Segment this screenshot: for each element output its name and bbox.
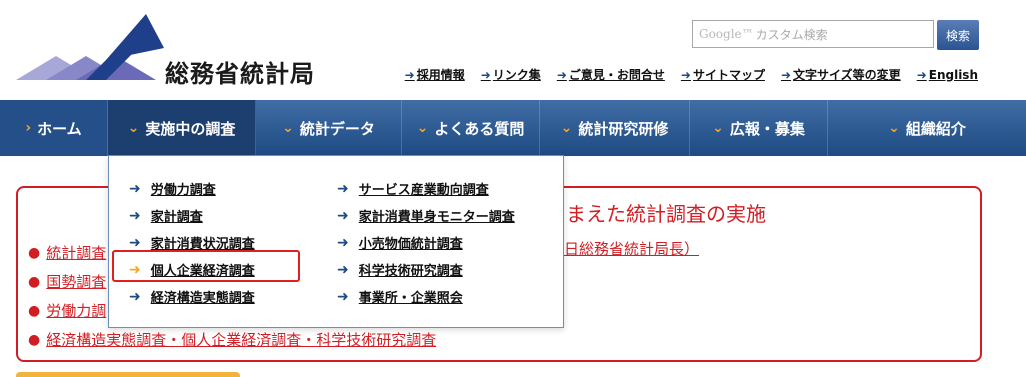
search-placeholder: カスタム検索: [755, 27, 828, 42]
dropdown-item-economic-structure-survey[interactable]: ➜ 経済構造実態調査: [129, 283, 255, 310]
nav-item-research-training[interactable]: ⌄ 統計研究研修: [540, 100, 690, 156]
arrow-right-icon: ➜: [129, 234, 141, 251]
chevron-down-icon: ⌄: [560, 120, 573, 136]
utility-link-english[interactable]: ➜ English: [917, 66, 978, 83]
utility-link-contact[interactable]: ➜ ご意見・お問合せ: [557, 66, 665, 83]
utility-link-text-size[interactable]: ➜ 文字サイズ等の変更: [781, 66, 901, 83]
arrow-right-icon: ➜: [680, 67, 691, 82]
nav-item-current-surveys[interactable]: ⌄ 実施中の調査: [108, 100, 256, 156]
arrow-right-icon: ➜: [129, 180, 141, 197]
arrow-right-icon: ➜: [556, 67, 567, 82]
nav-item-faq[interactable]: ⌄ よくある質問: [402, 100, 540, 156]
arrow-right-icon: ➜: [337, 234, 349, 251]
arrow-right-icon: ➜: [337, 180, 349, 197]
utility-links: ➜ 採用情報 ➜ リンク集 ➜ ご意見・お問合せ ➜ サイトマップ ➜ 文字サイズ等の変更…: [405, 66, 978, 83]
search-button[interactable]: 検索: [937, 20, 979, 50]
dropdown-item-service-industry-survey[interactable]: ➜ サービス産業動向調査: [337, 175, 515, 202]
list-item: ● 経済構造実態調査・個人企業経済調査・科学技術研究調査: [28, 325, 436, 354]
bullet-icon: ●: [28, 331, 41, 348]
arrow-right-icon: ➜: [129, 288, 141, 305]
dropdown-item-family-income-survey[interactable]: ➜ 家計調査: [129, 202, 255, 229]
arrow-right-icon: ➜: [129, 261, 141, 278]
arrow-right-icon: ➜: [337, 207, 349, 224]
bullet-icon: ●: [28, 302, 41, 319]
arrow-right-icon: ➜: [337, 261, 349, 278]
notice-link[interactable]: 国勢調査: [46, 271, 106, 292]
dropdown-item-individual-enterprise-survey[interactable]: ➜ 個人企業経済調査: [129, 256, 255, 283]
chevron-down-icon: ⌄: [282, 120, 294, 136]
notice-link[interactable]: 経済構造実態調査・個人企業経済調査・科学技術研究調査: [46, 329, 436, 350]
utility-link-recruit[interactable]: ➜ 採用情報: [405, 66, 465, 83]
chevron-down-icon: ⌄: [888, 120, 900, 136]
utility-link-sitemap[interactable]: ➜ サイトマップ: [681, 66, 765, 83]
statistics-bureau-logo[interactable]: [16, 12, 166, 84]
site-name[interactable]: 総務省統計局: [165, 54, 315, 89]
current-surveys-dropdown: ➜ 労働力調査 ➜ 家計調査 ➜ 家計消費状況調査 ➜ 個人企業経済調査 ➜ 経済構造実態…: [108, 155, 564, 328]
arrow-right-icon: ➜: [129, 207, 141, 224]
arrow-right-icon: ➜: [337, 288, 349, 305]
nav-item-organization[interactable]: ⌄ 組織紹介: [828, 100, 1026, 156]
notice-link-right[interactable]: 日総務省統計局長）: [564, 238, 699, 259]
bottom-banner-edge: [16, 372, 240, 377]
arrow-right-icon: ➜: [404, 67, 415, 82]
utility-link-links[interactable]: ➜ リンク集: [481, 66, 541, 83]
chevron-right-icon: ›: [25, 120, 32, 136]
notice-title: まえた統計調査の実施: [566, 202, 766, 226]
chevron-down-icon: ⌄: [712, 120, 724, 136]
dropdown-item-retail-price-survey[interactable]: ➜ 小売物価統計調査: [337, 229, 515, 256]
dropdown-item-household-consumption-survey[interactable]: ➜ 家計消費状況調査: [129, 229, 255, 256]
notice-link[interactable]: 統計調査: [46, 242, 106, 263]
bullet-icon: ●: [28, 273, 41, 290]
chevron-down-icon: ⌄: [416, 120, 429, 136]
arrow-right-icon: ➜: [916, 67, 927, 82]
arrow-right-icon: ➜: [480, 67, 491, 82]
search-input[interactable]: Google™ カスタム検索: [692, 20, 934, 48]
dropdown-item-science-technology-survey[interactable]: ➜ 科学技術研究調査: [337, 256, 515, 283]
notice-link[interactable]: 労働力調: [46, 300, 106, 321]
google-brand-label: Google™: [699, 27, 754, 41]
nav-item-pr-recruitment[interactable]: ⌄ 広報・募集: [690, 100, 828, 156]
nav-item-statistical-data[interactable]: ⌄ 統計データ: [256, 100, 402, 156]
dropdown-column-left: ➜ 労働力調査 ➜ 家計調査 ➜ 家計消費状況調査 ➜ 個人企業経済調査 ➜ 経済構造実態…: [129, 175, 255, 310]
chevron-down-icon: ⌄: [127, 120, 140, 136]
nav-item-home[interactable]: › ホーム: [0, 100, 108, 156]
dropdown-item-labour-force-survey[interactable]: ➜ 労働力調査: [129, 175, 255, 202]
dropdown-column-right: ➜ サービス産業動向調査 ➜ 家計消費単身モニター調査 ➜ 小売物価統計調査 ➜ 科学技…: [337, 175, 515, 310]
bullet-icon: ●: [28, 244, 41, 261]
dropdown-item-single-household-monitor-survey[interactable]: ➜ 家計消費単身モニター調査: [337, 202, 515, 229]
main-nav: › ホーム ⌄ 実施中の調査 ⌄ 統計データ ⌄ よくある質問 ⌄ 統計研究研修…: [0, 100, 1026, 156]
dropdown-item-establishment-inquiry[interactable]: ➜ 事業所・企業照会: [337, 283, 515, 310]
arrow-right-icon: ➜: [780, 67, 792, 82]
